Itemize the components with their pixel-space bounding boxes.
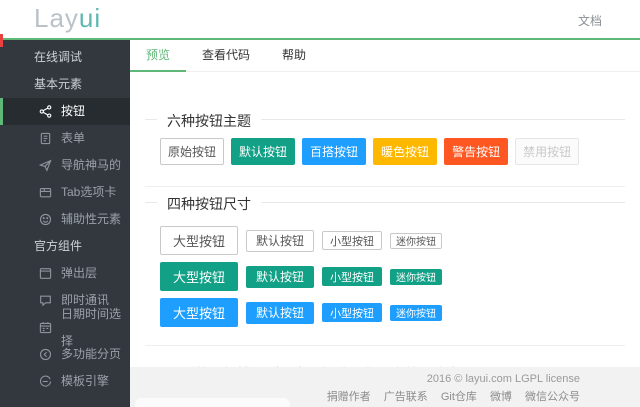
sidebar-item-label: 模板引擎 [61,374,110,388]
section-divider [145,345,625,346]
default-button[interactable]: 默认按钮 [231,138,296,165]
app-logo: Layui [34,3,101,34]
disabled-button: 禁用按钮 [515,138,580,165]
section-sizes: 四种按钮尺寸 [145,194,625,214]
sidebar-item-tab[interactable]: Tab选项卡 [0,179,130,206]
logo-text-lay: Lay [34,3,79,33]
small-button[interactable]: 小型按钮 [322,303,383,322]
section-title-themes: 六种按钮主题 [157,111,261,131]
size-row-primitive: 大型按钮 默认按钮 小型按钮 迷你按钮 [160,226,640,255]
large-button[interactable]: 大型按钮 [160,262,239,291]
danger-button[interactable]: 警告按钮 [444,138,509,165]
theme-buttons-row: 原始按钮 默认按钮 百搭按钮 暖色按钮 警告按钮 禁用按钮 [160,138,640,165]
red-edge-marker [0,34,3,47]
footer-link-donate[interactable]: 捐赠作者 [327,391,371,403]
sidebar-item-pagination[interactable]: 多功能分页 [0,341,130,368]
sidebar-section-official-components: 官方组件 [34,239,83,253]
footer-link-git[interactable]: Git仓库 [441,391,477,403]
chat-icon [38,294,52,308]
main-content: 预览 查看代码 帮助 六种按钮主题 原始按钮 默认按钮 百搭按钮 暖色按钮 警告… [130,40,640,407]
size-row-blue: 大型按钮 默认按钮 小型按钮 迷你按钮 [160,298,640,327]
footer-pill-shape [135,398,290,407]
footer-link-weibo[interactable]: 微博 [490,391,512,403]
mini-button[interactable]: 迷你按钮 [390,268,443,285]
default-size-button[interactable]: 默认按钮 [246,229,315,252]
warm-button[interactable]: 暖色按钮 [373,138,438,165]
section-divider [145,186,625,187]
form-icon [38,132,52,146]
large-button[interactable]: 大型按钮 [160,298,239,327]
sidebar-item-label: 多功能分页 [61,347,122,361]
primitive-button[interactable]: 原始按钮 [160,138,225,165]
sidebar-item-label: 辅助性元素 [61,212,122,226]
send-icon [38,159,52,173]
preview-page: 六种按钮主题 原始按钮 默认按钮 百搭按钮 暖色按钮 警告按钮 禁用按钮 四种按… [130,111,640,407]
footer-link-ads[interactable]: 广告联系 [384,391,428,403]
mini-button[interactable]: 迷你按钮 [390,304,443,321]
normal-button[interactable]: 百搭按钮 [302,138,367,165]
large-button[interactable]: 大型按钮 [160,226,239,255]
tab-view-code[interactable]: 查看代码 [186,40,266,71]
sidebar-item-label: Tab选项卡 [61,185,117,199]
sidebar-item-form[interactable]: 表单 [0,125,130,152]
sidebar-item-datetime[interactable]: 日期时间选择 [0,307,130,348]
pagination-icon [38,348,52,362]
tab-icon [38,186,52,200]
small-button[interactable]: 小型按钮 [322,231,383,250]
footer-link-wechat[interactable]: 微信公众号 [525,391,580,403]
sidebar: 在线调试 基本元素 按钮 表单 导航神马的 Tab选项卡 辅助性元素 官方组件 … [0,40,130,407]
size-row-green: 大型按钮 默认按钮 小型按钮 迷你按钮 [160,262,640,291]
default-size-button[interactable]: 默认按钮 [246,301,315,324]
section-themes: 六种按钮主题 [145,111,625,131]
sidebar-item-button[interactable]: 按钮 [0,98,130,125]
copyright-text: 2016 © layui.com LGPL license [426,373,580,385]
logo-text-ui: ui [78,3,102,33]
sidebar-item-template-engine[interactable]: 模板引擎 [0,368,130,395]
default-size-button[interactable]: 默认按钮 [246,265,315,288]
sidebar-item-auxiliary[interactable]: 辅助性元素 [0,206,130,233]
tab-help[interactable]: 帮助 [266,40,322,71]
page-footer: 2016 © layui.com LGPL license 捐赠作者 广告联系 … [130,367,640,407]
header-accent-line [0,38,640,40]
app-header: Layui 文档 [0,0,640,38]
doc-nav-link[interactable]: 文档 [578,12,602,29]
sidebar-item-layer[interactable]: 弹出层 [0,260,130,287]
sidebar-item-label: 按钮 [61,104,86,118]
section-title-sizes: 四种按钮尺寸 [157,194,261,214]
sidebar-item-label: 导航神马的 [61,158,122,172]
sidebar-menu: 在线调试 基本元素 按钮 表单 导航神马的 Tab选项卡 辅助性元素 官方组件 … [0,40,130,395]
tab-preview[interactable]: 预览 [130,40,187,72]
sidebar-item-label: 弹出层 [61,266,98,280]
template-icon [38,375,52,389]
layer-icon [38,267,52,281]
small-button[interactable]: 小型按钮 [322,267,383,286]
calendar-icon [38,321,52,335]
smile-icon [38,213,52,227]
sidebar-section-basic-elements: 基本元素 [34,77,83,91]
mini-button[interactable]: 迷你按钮 [390,232,443,249]
share-icon [38,105,52,119]
sidebar-section-online-debug: 在线调试 [34,50,83,64]
sidebar-item-nav[interactable]: 导航神马的 [0,152,130,179]
tab-bar: 预览 查看代码 帮助 [130,40,640,72]
sidebar-item-label: 表单 [61,131,86,145]
